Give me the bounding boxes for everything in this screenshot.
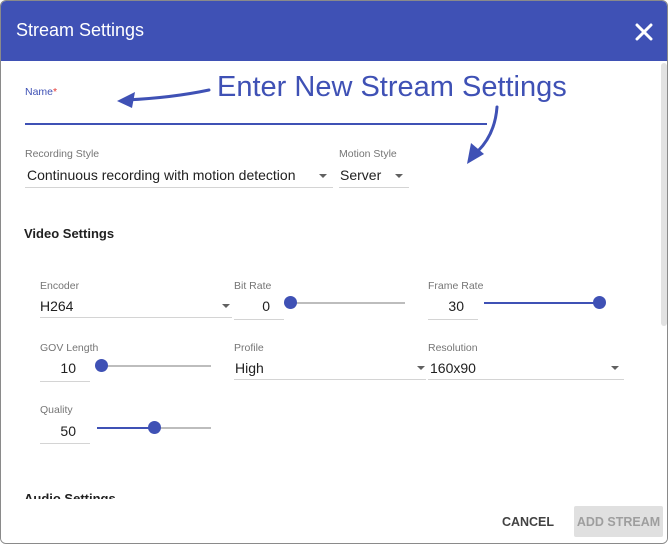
dialog-footer <box>1 499 667 543</box>
add-stream-button[interactable]: ADD STREAM <box>574 506 663 537</box>
cancel-button[interactable]: CANCEL <box>491 508 565 536</box>
annotation-arrow-left-head <box>117 92 135 108</box>
stream-settings-dialog: Stream Settings Name* Recording Style Co… <box>0 0 668 544</box>
annotation-arrow-down-line <box>476 105 499 153</box>
annotation-text: Enter New Stream Settings <box>217 71 567 103</box>
annotation-arrow-left-line <box>123 88 211 102</box>
